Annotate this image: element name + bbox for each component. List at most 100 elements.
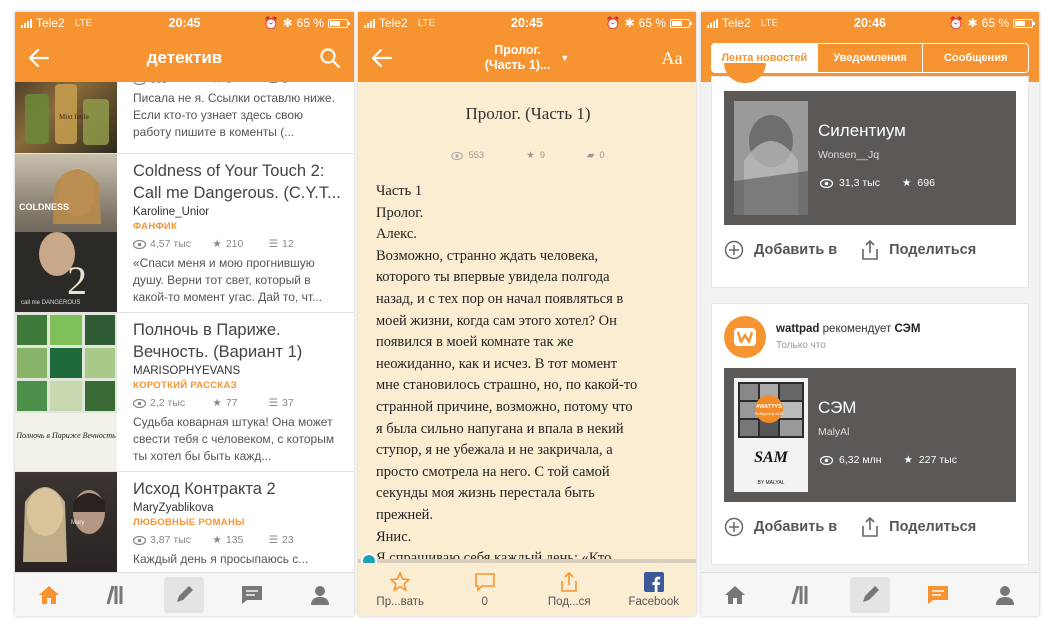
recommender-name[interactable]: wattpad xyxy=(776,323,819,335)
featured-story[interactable]: #WATTYS Победитель 2015 SAM BY MALYAL СЭ… xyxy=(724,368,1016,502)
cover-label: COLDNESS xyxy=(19,202,69,212)
recommends-text: рекомендует xyxy=(822,323,892,335)
story-item[interactable]: COLDNESS 2 call me DANGEROUS Coldness of… xyxy=(15,154,354,313)
chat-icon xyxy=(242,585,263,604)
carrier: Tele2 xyxy=(722,16,751,30)
search-icon xyxy=(320,48,340,68)
reader-toolbar: Пр...вать 0 Под...ся Facebook xyxy=(358,563,696,616)
pencil-icon xyxy=(862,585,879,602)
text-line: странной причине, возможно, потому что xyxy=(376,398,633,415)
home-icon xyxy=(38,585,59,604)
text-line: Алекс. xyxy=(376,226,417,243)
story-author: Karoline_Unior xyxy=(133,206,210,218)
text-line: Часть 1 xyxy=(376,183,423,199)
silentium-cover-image xyxy=(734,101,808,215)
recommendation-card: wattpad рекомендует СЭМ Только что #WATT… xyxy=(711,303,1029,565)
vote-button[interactable]: Пр...вать xyxy=(360,571,440,608)
battery-icon xyxy=(670,18,692,28)
tab-write[interactable] xyxy=(164,576,205,613)
tab-home[interactable] xyxy=(715,577,755,613)
tab-library[interactable] xyxy=(97,577,137,613)
comment-icon: ▰ xyxy=(587,150,595,161)
text-line: моей жизни, когда сам этого хотел? Он xyxy=(376,312,617,329)
carrier: Tele2 xyxy=(379,16,408,30)
recommended-story[interactable]: СЭМ xyxy=(894,323,920,335)
tab-messages[interactable] xyxy=(232,577,272,613)
contract-cover-image: Mary xyxy=(23,487,105,562)
network-type: LTE xyxy=(417,17,436,29)
cover-sub: call me DANGEROUS xyxy=(21,300,80,306)
tab-profile[interactable] xyxy=(300,577,340,613)
story-category: ЛЮБОВНЫЕ РОМАНЫ xyxy=(133,517,245,528)
add-to-library-button[interactable]: Добавить в xyxy=(724,517,837,537)
eye-icon xyxy=(133,535,146,545)
parts-count: 3 xyxy=(282,82,288,86)
tab-messages[interactable]: Сообщения xyxy=(922,44,1028,72)
card-actions: Добавить в Поделиться xyxy=(724,507,1016,547)
story-item[interactable]: Mixt fetile 685 ★ 6 ☰ 3 Писала не я. Ссылк… xyxy=(15,82,354,154)
story-item[interactable]: Mary Исход Контракта 2 MaryZyablikova ЛЮ… xyxy=(15,472,354,572)
text-line: мне становилось страшно, но, по какой-то xyxy=(376,377,638,394)
share-label: Под...ся xyxy=(547,595,591,608)
share-icon xyxy=(561,571,578,592)
status-bar: Tele2 LTE 20:45 ⏰ ✱ 65 % xyxy=(15,12,354,34)
facebook-button[interactable]: Facebook xyxy=(614,571,694,608)
story-cover: COLDNESS 2 call me DANGEROUS xyxy=(15,154,117,312)
share-button[interactable]: Поделиться xyxy=(861,517,976,537)
star-outline-icon xyxy=(390,571,411,592)
bluetooth-icon: ✱ xyxy=(967,16,978,30)
back-button[interactable] xyxy=(358,34,406,82)
story-author: MaryZyablikova xyxy=(133,502,214,514)
search-button[interactable] xyxy=(306,34,354,82)
library-icon xyxy=(791,585,808,604)
coldness-cover-image: COLDNESS 2 call me DANGEROUS xyxy=(15,168,117,312)
share-button[interactable]: Поделиться xyxy=(861,240,976,260)
eye-icon xyxy=(133,398,146,408)
featured-story[interactable]: Силентиум Wonsen__Jq 31,3 тыс ★ 696 xyxy=(724,91,1016,225)
text-line: неожиданно, как и исчез. В тот момент xyxy=(376,355,618,372)
add-to-library-button[interactable]: Добавить в xyxy=(724,240,837,260)
share-button[interactable]: Под...ся xyxy=(529,571,609,608)
tab-home[interactable] xyxy=(29,577,69,613)
story-description: «Спаси меня и мою прогнившую душу. Верни… xyxy=(133,256,323,304)
share-icon xyxy=(862,240,878,260)
arrow-left-icon xyxy=(29,49,49,67)
tab-notifications[interactable]: Уведомления xyxy=(816,44,923,72)
user-icon xyxy=(311,585,330,605)
tab-library[interactable] xyxy=(782,577,822,613)
tab-write[interactable] xyxy=(849,576,890,613)
battery-icon xyxy=(328,18,350,28)
add-label: Добавить в xyxy=(754,242,838,258)
wattpad-logo-icon xyxy=(724,316,766,358)
star-icon: ★ xyxy=(212,397,222,409)
alarm-icon: ⏰ xyxy=(948,16,964,30)
bluetooth-icon: ✱ xyxy=(624,16,635,30)
back-button[interactable] xyxy=(15,34,63,82)
alarm-icon: ⏰ xyxy=(605,16,621,30)
font-settings-button[interactable]: Aa xyxy=(648,34,696,82)
battery-percent: 65 % xyxy=(296,16,324,30)
comments-button[interactable]: 0 xyxy=(445,572,525,608)
facebook-label: Facebook xyxy=(628,595,679,608)
text-line: Пролог. xyxy=(376,204,424,221)
clock: 20:45 xyxy=(511,16,543,30)
cover-label: Mixt fetile xyxy=(59,113,89,121)
bluetooth-icon: ✱ xyxy=(282,16,293,30)
chapter-text: Часть 1 Пролог. Алекс. Возможно, странно жд… xyxy=(376,181,680,560)
tab-messages[interactable] xyxy=(918,577,958,613)
parts-count: 12 xyxy=(282,238,294,250)
story-item[interactable]: Полночь в Париже Вечность Полночь в Пари… xyxy=(15,313,354,472)
cover-by: BY MALYAL xyxy=(758,480,785,486)
cover-badge-sub: Победитель 2015 xyxy=(755,412,783,416)
tab-profile[interactable] xyxy=(985,577,1025,613)
story-title: Исход Контракта 2 xyxy=(133,480,276,498)
story-title: Полночь в Париже. Вечность. (Вариант 1) xyxy=(133,321,303,361)
views-count: 2,2 тыс xyxy=(150,397,186,409)
votes-count: 6 xyxy=(226,82,232,86)
votes-count: 227 тыс xyxy=(918,454,957,466)
views-count: 553 xyxy=(468,150,485,161)
star-icon: ★ xyxy=(526,150,535,161)
home-icon xyxy=(724,585,745,604)
parts-count: 23 xyxy=(282,534,294,546)
chapter-selector[interactable]: Пролог. (Часть 1)... ▼ xyxy=(406,43,648,73)
